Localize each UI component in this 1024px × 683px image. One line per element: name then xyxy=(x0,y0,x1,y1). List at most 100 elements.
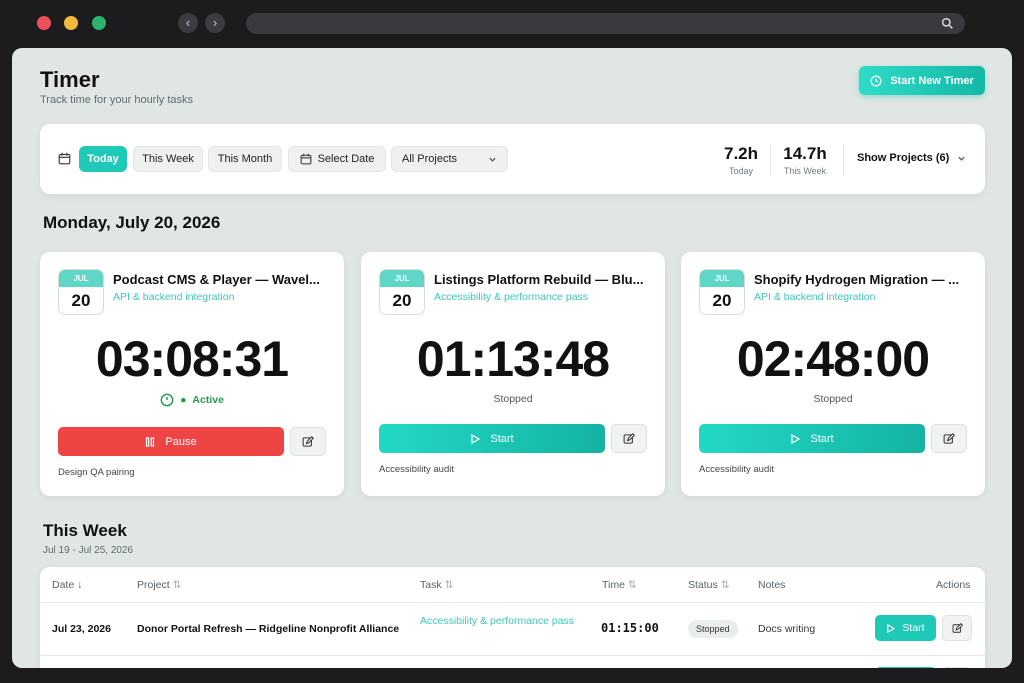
status-badge: Stopped xyxy=(688,620,738,638)
row-notes: Docs writing xyxy=(758,623,816,635)
timer-project-title: Listings Platform Rebuild — Blu... xyxy=(434,272,644,287)
play-icon xyxy=(791,433,801,444)
edit-icon xyxy=(952,622,963,633)
row-edit-button[interactable] xyxy=(942,667,972,668)
close-window-button[interactable] xyxy=(37,16,51,30)
edit-icon xyxy=(943,432,955,444)
stat-divider xyxy=(843,144,844,176)
start-new-timer-button[interactable]: Start New Timer xyxy=(859,66,985,95)
start-label: Start xyxy=(490,432,514,445)
column-header-status[interactable]: Status ⇅ xyxy=(688,579,730,591)
column-header-time[interactable]: Time ⇅ xyxy=(602,579,637,591)
filter-today-button[interactable]: Today xyxy=(79,146,127,172)
filter-today-label: Today xyxy=(87,153,119,165)
filter-this-month-label: This Month xyxy=(217,153,273,165)
timer-clock: 03:08:31 xyxy=(95,331,289,387)
row-start-button[interactable]: Start xyxy=(875,615,936,641)
timer-status: ● Active xyxy=(40,393,344,407)
search-icon[interactable] xyxy=(941,17,954,30)
filter-this-month-button[interactable]: This Month xyxy=(208,146,282,172)
timer-note: Design QA pairing xyxy=(58,467,135,478)
date-badge: JUL 20 xyxy=(379,269,425,315)
edit-button[interactable] xyxy=(611,424,647,453)
sort-down-icon: ↓ xyxy=(77,579,83,591)
row-start-button[interactable] xyxy=(875,667,936,668)
timer-note: Accessibility audit xyxy=(379,464,454,475)
filter-this-week-label: This Week xyxy=(142,153,194,165)
row-date: Jul 23, 2026 xyxy=(52,623,111,635)
maximize-window-button[interactable] xyxy=(92,16,106,30)
status-dot: ● xyxy=(180,394,187,406)
calendar-icon xyxy=(300,153,311,165)
sort-icon: ⇅ xyxy=(172,579,182,591)
timer-task-subtitle: API & backend integration xyxy=(113,291,235,303)
page-title: Timer xyxy=(40,67,100,92)
stat-week-label: This Week xyxy=(783,166,827,176)
timer-status: Stopped xyxy=(493,393,533,405)
week-range: Jul 19 - Jul 25, 2026 xyxy=(43,545,134,556)
sort-icon: ⇅ xyxy=(720,579,730,591)
pause-label: Pause xyxy=(165,435,197,448)
column-header-task[interactable]: Task ⇅ xyxy=(420,579,453,591)
select-date-button[interactable]: Select Date xyxy=(288,146,386,172)
time-entries-table: Date ↓ Project ⇅ Task ⇅ Time ⇅ Status ⇅ … xyxy=(40,567,985,668)
filter-this-week-button[interactable]: This Week xyxy=(133,146,203,172)
show-projects-label: Show Projects (6) xyxy=(857,152,950,164)
start-button[interactable]: Start xyxy=(379,424,605,453)
row-edit-button[interactable] xyxy=(942,615,972,641)
start-new-timer-label: Start New Timer xyxy=(890,74,974,87)
start-button[interactable]: Start xyxy=(699,424,925,453)
column-header-date[interactable]: Date ↓ xyxy=(52,579,82,591)
clock-icon xyxy=(160,393,174,407)
calendar-icon xyxy=(58,152,71,165)
project-select-value: All Projects xyxy=(402,153,458,165)
date-badge-day: 20 xyxy=(392,291,412,310)
stat-today-value: 7.2h xyxy=(723,144,759,163)
date-badge: JUL 20 xyxy=(58,269,104,315)
date-badge: JUL 20 xyxy=(699,269,745,315)
row-start-label: Start xyxy=(902,622,925,634)
timer-task-subtitle: Accessibility & performance pass xyxy=(434,291,589,303)
edit-icon xyxy=(623,432,635,444)
date-badge-month: JUL xyxy=(380,270,424,287)
week-heading: This Week xyxy=(43,521,127,540)
project-select[interactable]: All Projects xyxy=(391,146,508,172)
edit-button[interactable] xyxy=(931,424,967,453)
clock-icon xyxy=(870,75,882,86)
stat-week: 14.7h This Week xyxy=(778,144,832,176)
pause-button[interactable]: Pause xyxy=(58,427,284,456)
sort-icon: ⇅ xyxy=(444,579,454,591)
row-project: Donor Portal Refresh — Ridgeline Nonprof… xyxy=(137,623,400,635)
row-time: 01:15:00 xyxy=(601,621,659,635)
date-badge-day: 20 xyxy=(712,291,732,310)
stat-today-label: Today xyxy=(728,166,754,176)
timer-status: Stopped xyxy=(813,393,853,405)
minimize-window-button[interactable] xyxy=(64,16,78,30)
column-header-label: Status xyxy=(688,579,718,591)
column-header-label: Time xyxy=(602,579,625,591)
timer-card: JUL 20 Podcast CMS & Player — Wavel... A… xyxy=(40,252,344,496)
timer-clock: 01:13:48 xyxy=(416,331,610,387)
edit-button[interactable] xyxy=(290,427,326,456)
timer-project-title: Shopify Hydrogen Migration — ... xyxy=(754,272,960,287)
row-divider xyxy=(40,655,985,656)
column-header-notes: Notes xyxy=(758,579,786,591)
back-button[interactable]: ‹ xyxy=(178,13,198,33)
chevron-down-icon xyxy=(489,157,496,162)
start-label: Start xyxy=(810,432,834,445)
timer-project-title: Podcast CMS & Player — Wavel... xyxy=(113,272,320,287)
column-header-actions: Actions xyxy=(936,579,971,591)
column-header-project[interactable]: Project ⇅ xyxy=(137,579,181,591)
column-header-label: Task xyxy=(420,579,442,591)
address-bar[interactable] xyxy=(246,13,965,34)
row-task[interactable]: Accessibility & performance pass xyxy=(420,614,580,629)
timer-note: Accessibility audit xyxy=(699,464,774,475)
forward-button[interactable]: › xyxy=(205,13,225,33)
stat-divider xyxy=(770,144,771,176)
show-projects-toggle[interactable]: Show Projects (6) xyxy=(857,152,966,164)
timer-status-label: Active xyxy=(192,394,224,406)
date-badge-month: JUL xyxy=(700,270,744,287)
play-icon xyxy=(887,623,896,633)
browser-chrome: ‹ › xyxy=(0,0,1024,48)
chevron-down-icon xyxy=(958,156,965,161)
